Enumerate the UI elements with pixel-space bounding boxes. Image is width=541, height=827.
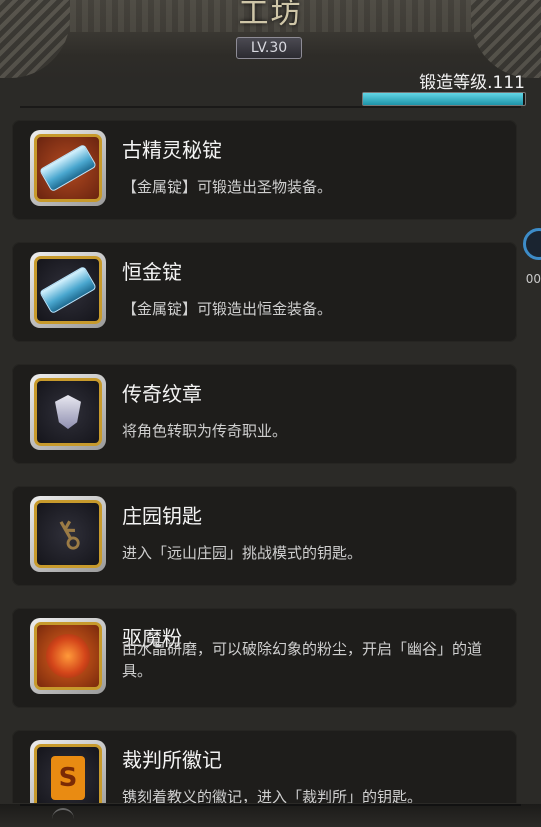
scroll-up-icon[interactable]: [52, 808, 74, 822]
item-description: 进入「远山庄园」挑战模式的钥匙。: [122, 544, 363, 562]
emblem-icon: [55, 395, 81, 429]
level-badge: LV.30: [236, 37, 302, 59]
item-name: 恒金锭: [122, 260, 182, 284]
list-item[interactable]: 古精灵秘锭 【金属锭】可锻造出圣物装备。: [12, 120, 517, 220]
list-item[interactable]: S 裁判所徽记 镌刻着教义的徽记，进入「裁判所」的钥匙。: [12, 730, 517, 803]
item-description: 镌刻着教义的徽记，进入「裁判所」的钥匙。: [122, 788, 423, 803]
ingot-icon: [38, 265, 98, 315]
item-description: 【金属锭】可锻造出圣物装备。: [122, 178, 333, 196]
forge-progress-bar: [362, 92, 526, 106]
item-name: 裁判所徽记: [122, 748, 222, 772]
list-item[interactable]: 恒金锭 【金属锭】可锻造出恒金装备。: [12, 242, 517, 342]
item-name: 传奇纹章: [122, 382, 202, 406]
item-list[interactable]: 古精灵秘锭 【金属锭】可锻造出圣物装备。 恒金锭 【金属锭】可锻造出恒金装备。 …: [12, 120, 517, 803]
bottom-divider: [20, 804, 521, 806]
powder-icon: [46, 634, 90, 678]
ingot-icon: [38, 143, 98, 193]
item-icon-frame: S: [30, 740, 106, 803]
item-description: 【金属锭】可锻造出恒金装备。: [122, 300, 333, 318]
list-item[interactable]: 传奇纹章 将角色转职为传奇职业。: [12, 364, 517, 464]
item-description: 由水晶研磨，可以破除幻象的粉尘，开启「幽谷」的道具。: [122, 640, 483, 680]
item-icon-frame: [30, 374, 106, 450]
forge-progress-fill: [363, 93, 524, 105]
item-name: 古精灵秘锭: [122, 138, 222, 162]
list-item[interactable]: 驱魔粉 由水晶研磨，可以破除幻象的粉尘，开启「幽谷」的道具。: [12, 608, 517, 708]
list-item[interactable]: ⚷ 庄园钥匙 进入「远山庄园」挑战模式的钥匙。: [12, 486, 517, 586]
side-widget-label: 00: [525, 272, 541, 286]
page-title: 工坊: [238, 0, 303, 31]
item-icon-frame: [30, 252, 106, 328]
item-icon-frame: ⚷: [30, 496, 106, 572]
item-icon-frame: [30, 618, 106, 694]
side-widget-icon[interactable]: [523, 228, 541, 260]
item-icon-frame: [30, 130, 106, 206]
item-description: 将角色转职为传奇职业。: [122, 422, 288, 440]
header-divider: [20, 106, 521, 108]
bottom-bar: [0, 804, 541, 827]
seal-icon: S: [51, 756, 85, 800]
item-name: 庄园钥匙: [122, 504, 202, 528]
key-icon: ⚷: [44, 507, 92, 561]
forge-level-label: 锻造等级.111: [419, 73, 525, 93]
